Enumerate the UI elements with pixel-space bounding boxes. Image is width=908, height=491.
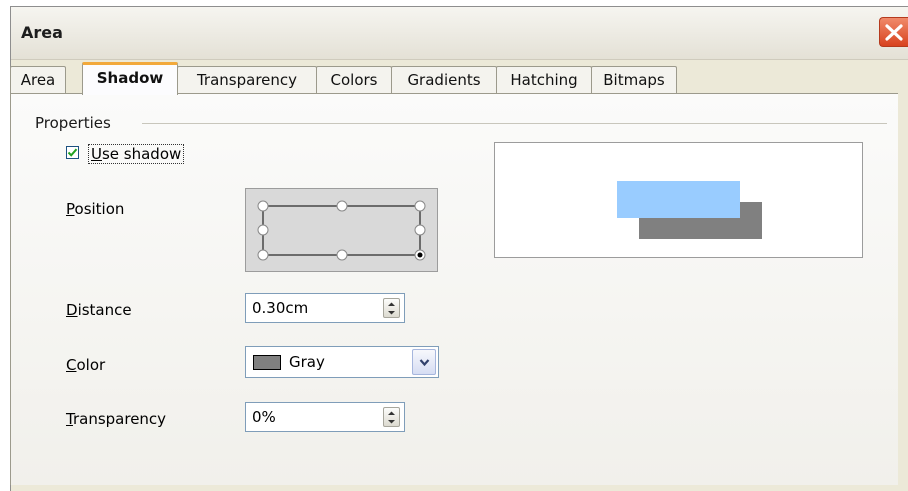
title-bar: Area — [11, 7, 908, 60]
distance-value: 0.30cm — [252, 299, 309, 317]
transparency-value: 0% — [252, 408, 276, 426]
tab-bitmaps[interactable]: Bitmaps — [591, 66, 677, 93]
position-point-top-center[interactable] — [336, 200, 348, 212]
position-point-top-left[interactable] — [257, 200, 269, 212]
position-point-bottom-left[interactable] — [257, 249, 269, 261]
close-button[interactable] — [879, 17, 908, 47]
distance-spin-button[interactable] — [383, 298, 400, 318]
use-shadow-label[interactable]: Use shadow — [88, 144, 185, 164]
close-icon — [885, 24, 903, 41]
checkmark-icon — [67, 148, 78, 157]
tab-shadow[interactable]: Shadow — [82, 62, 178, 95]
transparency-label: Transparency — [66, 410, 167, 428]
position-point-middle-right[interactable] — [414, 224, 426, 236]
color-swatch — [253, 355, 281, 370]
position-point-bottom-right[interactable] — [414, 249, 426, 261]
spin-arrows-icon — [388, 302, 395, 315]
position-grid — [257, 200, 426, 261]
preview-object — [617, 181, 740, 218]
position-label: Position — [66, 200, 125, 218]
distance-field[interactable]: 0.30cm — [245, 293, 405, 323]
tab-area[interactable]: Area — [10, 66, 66, 93]
position-point-top-right[interactable] — [414, 200, 426, 212]
position-point-middle-left[interactable] — [257, 224, 269, 236]
color-dropdown[interactable]: Gray — [245, 346, 439, 378]
chevron-down-icon — [419, 359, 430, 367]
color-dropdown-button[interactable] — [412, 349, 436, 375]
transparency-spin-button[interactable] — [383, 407, 400, 427]
tab-gradients[interactable]: Gradients — [391, 66, 497, 93]
color-value: Gray — [289, 353, 325, 371]
window-title: Area — [21, 23, 63, 42]
tab-colors[interactable]: Colors — [316, 66, 392, 93]
properties-group-label: Properties — [35, 114, 111, 132]
use-shadow-checkbox[interactable] — [66, 146, 79, 159]
tab-transparency[interactable]: Transparency — [177, 66, 317, 93]
color-label: Color — [66, 356, 106, 374]
position-point-bottom-center[interactable] — [336, 249, 348, 261]
tab-hatching[interactable]: Hatching — [496, 66, 592, 93]
spin-arrows-icon — [388, 411, 395, 424]
position-selector[interactable] — [245, 188, 438, 272]
distance-label: Distance — [66, 301, 132, 319]
transparency-field[interactable]: 0% — [245, 402, 405, 432]
shadow-preview — [494, 142, 863, 258]
group-divider — [142, 123, 887, 124]
